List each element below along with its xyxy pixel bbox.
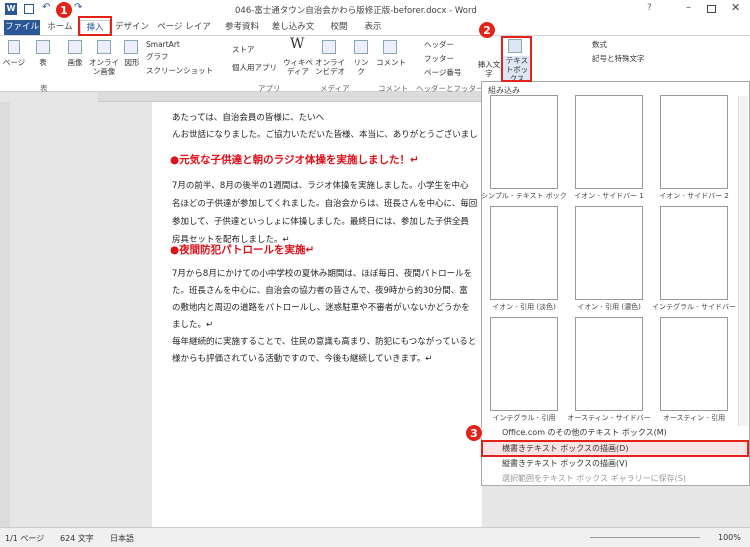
tab-file[interactable]: ファイル [4,20,40,35]
gallery-thumb-label: オースティン - 引用 [662,414,726,422]
window-title: 046-富士通タウン自治会かわら版修正版-beforer.docx - Word [235,6,477,16]
online-image-icon[interactable] [97,40,111,54]
tab-review[interactable]: 校閲 [326,20,352,35]
screenshot-button[interactable]: スクリーンショット [146,66,213,75]
menu-draw-vertical-textbox[interactable]: 縦書きテキスト ボックスの描画(V) [482,456,749,471]
wikipedia-button[interactable]: ウィキペディア [283,58,313,76]
doc-line: た。班長さんを中心に、自治会の協力者の皆さんで、夜9時から約30分間、富 [172,286,468,296]
word-icon: W [5,3,17,15]
highlight-insert-tab [78,16,112,36]
minimize-button[interactable]: – [686,2,691,13]
page-number-button[interactable]: ページ番号 [424,68,461,77]
step-badge-1: 1 [55,1,73,19]
maximize-button[interactable] [707,5,716,13]
doc-heading: ●元気な子供達と朝のラジオ体操を実施しました！↵ [170,154,419,166]
personal-apps-button[interactable]: 個人用アプリ [232,63,277,72]
group-table-label: 表 [40,84,48,93]
text-insert-button[interactable]: 挿入文字 [475,60,503,78]
comment-button[interactable]: コメント [376,58,406,67]
zoom-slider[interactable] [590,537,700,538]
save-icon[interactable] [24,4,34,14]
gallery-thumb-label: オースティン - サイドバー [567,414,651,422]
document-page[interactable]: あたっては、自治会員の皆様に、たいへ んお世話になりました。ご協力いただいた皆様… [152,102,482,527]
link-button[interactable]: リンク [350,58,372,76]
highlight-draw-horizontal [481,440,749,457]
status-page[interactable]: 1/1 ページ [5,533,44,544]
gallery-thumb[interactable] [660,95,728,189]
zoom-level[interactable]: 100% [718,533,741,542]
wikipedia-icon[interactable]: W [290,37,304,51]
title-bar: W ↶ ↷ 046-富士通タウン自治会かわら版修正版-beforer.docx … [0,0,750,18]
page-button[interactable]: ページ [2,58,26,67]
gallery-scrollbar[interactable] [738,96,748,426]
shape-icon[interactable] [124,40,138,54]
tab-view[interactable]: 表示 [360,20,386,35]
graph-button[interactable]: グラフ [146,52,169,61]
tab-design[interactable]: デザイン [114,20,150,35]
online-video-button[interactable]: オンラインビデオ [315,58,345,76]
gallery-thumb[interactable] [490,95,558,189]
gallery-thumb-label: イオン - サイドバー 2 [659,192,729,200]
image-button[interactable]: 画像 [64,58,86,67]
gallery-thumb[interactable] [490,206,558,300]
highlight-textbox-button [501,36,532,82]
symbol-button[interactable]: 記号と特殊文字 [592,54,645,63]
doc-line: ました。↵ [172,320,214,330]
doc-line: あたっては、自治会員の皆様に、たいへ [172,113,325,123]
doc-line: 様からも評価されている活動ですので、今後も継続していきます。↵ [172,354,433,364]
step-badge-3: 3 [465,424,483,442]
doc-line: の敷地内と周辺の道路をパトロールし、迷惑駐車や不審者がいないかどうかを [172,303,470,313]
status-bar: 1/1 ページ 624 文字 日本語 100% [0,527,750,547]
gallery-thumb[interactable] [575,206,643,300]
tab-home[interactable]: ホーム [44,20,76,35]
gallery-thumb-label: シンプル - テキスト ボックス [481,192,567,200]
undo-icon[interactable]: ↶ [42,2,50,13]
table-icon[interactable] [36,40,50,54]
doc-line: んお世話になりました。ご協力いただいた皆様、本当に、ありがとうございまし [172,130,478,140]
menu-more-textboxes[interactable]: Office.com のその他のテキスト ボックス(M) [482,425,749,440]
doc-line: 名ほどの子供達が参加してくれました。自治会からは、班長さんを中心に、毎回 [172,199,478,209]
comment-icon[interactable] [383,40,397,54]
tab-page-layout[interactable]: ページ レイアウト [154,20,214,47]
doc-line: 参加して、子供達といっしょに体操しました。最終日には、参加した子供全員 [172,217,469,227]
gallery-thumb[interactable] [660,317,728,411]
table-button[interactable]: 表 [33,58,53,67]
online-image-button[interactable]: オンライン画像 [88,58,120,76]
vertical-ruler[interactable] [0,102,10,527]
tab-references[interactable]: 参考資料 [222,20,262,35]
status-word-count[interactable]: 624 文字 [60,533,94,544]
menu-save-selection: 選択範囲をテキスト ボックス ギャラリーに保存(S) [502,474,686,483]
gallery-thumb-label: イオン - サイドバー 1 [574,192,644,200]
gallery-thumb-label: インテグラル - 引用 [492,414,556,422]
equation-button[interactable]: 数式 [592,40,607,49]
close-button[interactable]: ✕ [731,1,740,14]
header-button[interactable]: ヘッダー [424,40,454,49]
gallery-thumb-label: イオン - 引用 (淡色) [492,303,556,311]
tab-mailings[interactable]: 差し込み文書 [268,20,318,47]
image-icon[interactable] [68,40,82,54]
doc-heading: ●夜間防犯パトロールを実施↵ [170,244,315,256]
status-language[interactable]: 日本語 [110,533,134,544]
online-video-icon[interactable] [322,40,336,54]
gallery-thumb-label: イオン - 引用 (濃色) [577,303,641,311]
gallery-thumb[interactable] [490,317,558,411]
link-icon[interactable] [354,40,368,54]
ribbon-tabs: ファイル ホーム 挿入 デザイン ページ レイアウト 参考資料 差し込み文書 校… [0,18,750,47]
store-button[interactable]: ストア [232,45,255,54]
doc-line: 7月から8月にかけての小中学校の夏休み期間は、ほぼ毎日、夜間パトロールを [172,269,473,279]
help-icon[interactable]: ? [647,3,652,13]
gallery-thumb[interactable] [575,95,643,189]
shape-button[interactable]: 図形 [120,58,144,67]
doc-line: 7月の前半、8月の後半の1週間は、ラジオ体操を実施しました。小学生を中心 [172,181,469,191]
gallery-thumb[interactable] [660,206,728,300]
redo-icon[interactable]: ↷ [74,2,82,13]
step-badge-2: 2 [478,21,496,39]
gallery-thumb-label: インテグラル - サイドバー [652,303,736,311]
smartart-button[interactable]: SmartArt [146,40,180,49]
footer-button[interactable]: フッター [424,54,454,63]
page-icon[interactable] [8,40,20,54]
gallery-thumb[interactable] [575,317,643,411]
doc-line: 毎年継続的に実施することで、住民の意識も高まり、防犯にもつながっていると [172,337,477,347]
